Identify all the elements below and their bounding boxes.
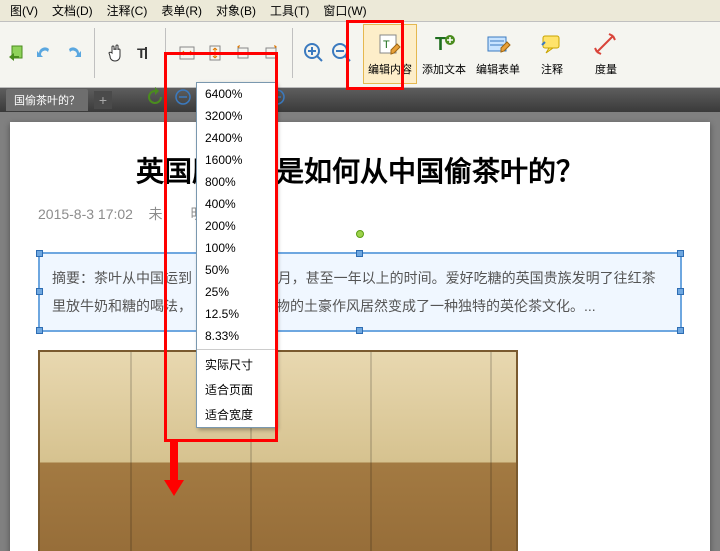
text-select-button[interactable]: T [131,40,157,66]
edit-form-icon [484,31,512,59]
menu-tools[interactable]: 工具(T) [264,0,315,21]
menu-form[interactable]: 表单(R) [155,0,208,21]
add-text-tool[interactable]: T 添加文本 [417,24,471,84]
main-toolbar: T 125% ▼ [0,22,720,88]
menu-object[interactable]: 对象(B) [210,0,262,21]
resize-handle-bl[interactable] [36,327,43,334]
menu-annotate[interactable]: 注释(C) [101,0,154,21]
resize-handle-tl[interactable] [36,250,43,257]
zoom-option[interactable]: 6400% [197,83,275,105]
svg-text:T: T [137,45,146,61]
article-headline: 英国历史上是如何从中国偷茶叶的？ [38,150,682,190]
zoom-option[interactable]: 8.33% [197,325,275,347]
import-button[interactable] [4,40,30,66]
resize-handle-bm[interactable] [356,327,363,334]
edit-content-label: 编辑内容 [368,61,412,77]
hand-tool-button[interactable] [103,40,129,66]
article-meta: 2015-8-3 17:02 未来源明 [38,204,682,224]
zoom-option[interactable]: 800% [197,171,275,193]
annotate-label: 注释 [541,61,563,77]
zoom-option[interactable]: 200% [197,215,275,237]
zoom-option[interactable]: 25% [197,281,275,303]
svg-text:T: T [383,39,390,51]
edit-form-tool[interactable]: 编辑表单 [471,24,525,84]
edit-form-label: 编辑表单 [476,61,520,77]
fit-page-button[interactable] [202,40,228,66]
resize-handle-br[interactable] [677,327,684,334]
annotate-icon [538,31,566,59]
active-tab[interactable]: 国偷茶叶的？ [6,89,88,111]
article-image [38,350,518,551]
resize-handle-tm[interactable] [356,250,363,257]
measure-label: 度量 [595,61,617,77]
menu-bar: 图(V) 文档(D) 注释(C) 表单(R) 对象(B) 工具(T) 窗口(W) [0,0,720,22]
menu-window[interactable]: 窗口(W) [317,0,372,21]
zoom-out-large-button[interactable] [329,40,355,66]
rotate-right-button[interactable] [258,40,284,66]
zoom-option[interactable]: 2400% [197,127,275,149]
redo-button[interactable] [60,40,86,66]
add-text-label: 添加文本 [422,61,466,77]
refresh-button[interactable] [142,84,168,110]
undo-button[interactable] [32,40,58,66]
edit-content-icon: T [376,31,404,59]
document-tabs: 国偷茶叶的？ + [0,88,720,112]
zoom-dropdown: 6400% 3200% 2400% 1600% 800% 400% 200% 1… [196,82,276,428]
zoom-option[interactable]: 100% [197,237,275,259]
annotate-tool[interactable]: 注释 [525,24,579,84]
zoom-option[interactable]: 12.5% [197,303,275,325]
measure-tool[interactable]: 度量 [579,24,633,84]
selected-text-box[interactable]: 摘要：茶叶从中国运到英国需要 8 个月，甚至一年以上的时间。爱好吃糖的英国贵族发… [38,252,682,332]
add-text-icon: T [430,31,458,59]
svg-text:T: T [435,34,446,54]
zoom-in-large-button[interactable] [301,40,327,66]
document-viewport[interactable]: 英国历史上是如何从中国偷茶叶的？ 2015-8-3 17:02 未来源明 摘要：… [0,112,720,551]
zoom-fit-actual[interactable]: 实际尺寸 [197,352,275,377]
menu-document[interactable]: 文档(D) [46,0,99,21]
fit-width-button[interactable] [174,40,200,66]
annotation-arrow [164,440,184,500]
resize-handle-ml[interactable] [36,288,43,295]
new-tab-button[interactable]: + [94,91,112,109]
rotate-handle[interactable] [356,230,364,238]
zoom-option[interactable]: 400% [197,193,275,215]
zoom-fit-page[interactable]: 适合页面 [197,377,275,402]
zoom-option[interactable]: 3200% [197,105,275,127]
rotate-left-button[interactable] [230,40,256,66]
resize-handle-mr[interactable] [677,288,684,295]
zoom-option[interactable]: 50% [197,259,275,281]
resize-handle-tr[interactable] [677,250,684,257]
page: 英国历史上是如何从中国偷茶叶的？ 2015-8-3 17:02 未来源明 摘要：… [10,122,710,551]
zoom-fit-width[interactable]: 适合宽度 [197,402,275,427]
zoom-out-button[interactable] [170,84,196,110]
measure-icon [592,31,620,59]
menu-view[interactable]: 图(V) [4,0,44,21]
edit-content-tool[interactable]: T 编辑内容 [363,24,417,84]
zoom-option[interactable]: 1600% [197,149,275,171]
